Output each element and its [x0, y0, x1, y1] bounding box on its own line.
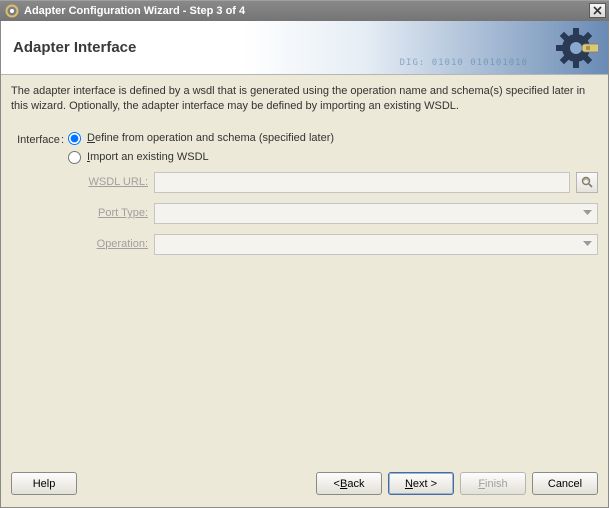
- window-body: Adapter Interface DIG: 01010 010101010: [0, 21, 609, 508]
- radio-import-label: Import an existing WSDL: [87, 151, 209, 163]
- wsdl-url-row: WSDL URL:: [86, 172, 598, 193]
- window-title: Adapter Configuration Wizard - Step 3 of…: [24, 5, 589, 17]
- banner-deco-text: DIG: 01010 010101010: [400, 58, 528, 68]
- form-area: Interface Define from operation and sche…: [11, 132, 598, 265]
- form-right: Define from operation and schema (specif…: [68, 132, 598, 265]
- gear-icon: [554, 26, 598, 70]
- page-title: Adapter Interface: [13, 39, 136, 56]
- interface-label: Interface: [11, 132, 64, 265]
- help-button[interactable]: Help: [11, 472, 77, 495]
- app-icon: [5, 4, 19, 18]
- description-text: The adapter interface is defined by a ws…: [11, 84, 598, 114]
- titlebar: Adapter Configuration Wizard - Step 3 of…: [0, 0, 609, 21]
- content-area: The adapter interface is defined by a ws…: [1, 75, 608, 466]
- radio-import[interactable]: Import an existing WSDL: [68, 151, 598, 164]
- finish-button: Finish: [460, 472, 526, 495]
- radio-define[interactable]: Define from operation and schema (specif…: [68, 132, 598, 145]
- content-spacer: [11, 265, 598, 460]
- port-type-label: Port Type:: [86, 207, 148, 219]
- next-button[interactable]: Next >: [388, 472, 454, 495]
- header-banner: Adapter Interface DIG: 01010 010101010: [1, 21, 608, 75]
- radio-import-input[interactable]: [68, 151, 81, 164]
- close-button[interactable]: [589, 3, 606, 18]
- port-type-row: Port Type:: [86, 203, 598, 224]
- browse-wsdl-button[interactable]: [576, 172, 598, 193]
- chevron-down-icon: [580, 237, 595, 252]
- back-button[interactable]: < Back: [316, 472, 382, 495]
- operation-row: Operation:: [86, 234, 598, 255]
- button-bar: Help < Back Next > Finish Cancel: [1, 466, 608, 507]
- fields-group: WSDL URL: Port Type:: [68, 172, 598, 255]
- operation-combo[interactable]: [154, 234, 598, 255]
- wsdl-url-input[interactable]: [154, 172, 570, 193]
- wsdl-url-label: WSDL URL:: [86, 176, 148, 188]
- radio-define-input[interactable]: [68, 132, 81, 145]
- chevron-down-icon: [580, 206, 595, 221]
- port-type-combo[interactable]: [154, 203, 598, 224]
- cancel-button[interactable]: Cancel: [532, 472, 598, 495]
- radio-define-label: Define from operation and schema (specif…: [87, 132, 334, 144]
- operation-label: Operation:: [86, 238, 148, 250]
